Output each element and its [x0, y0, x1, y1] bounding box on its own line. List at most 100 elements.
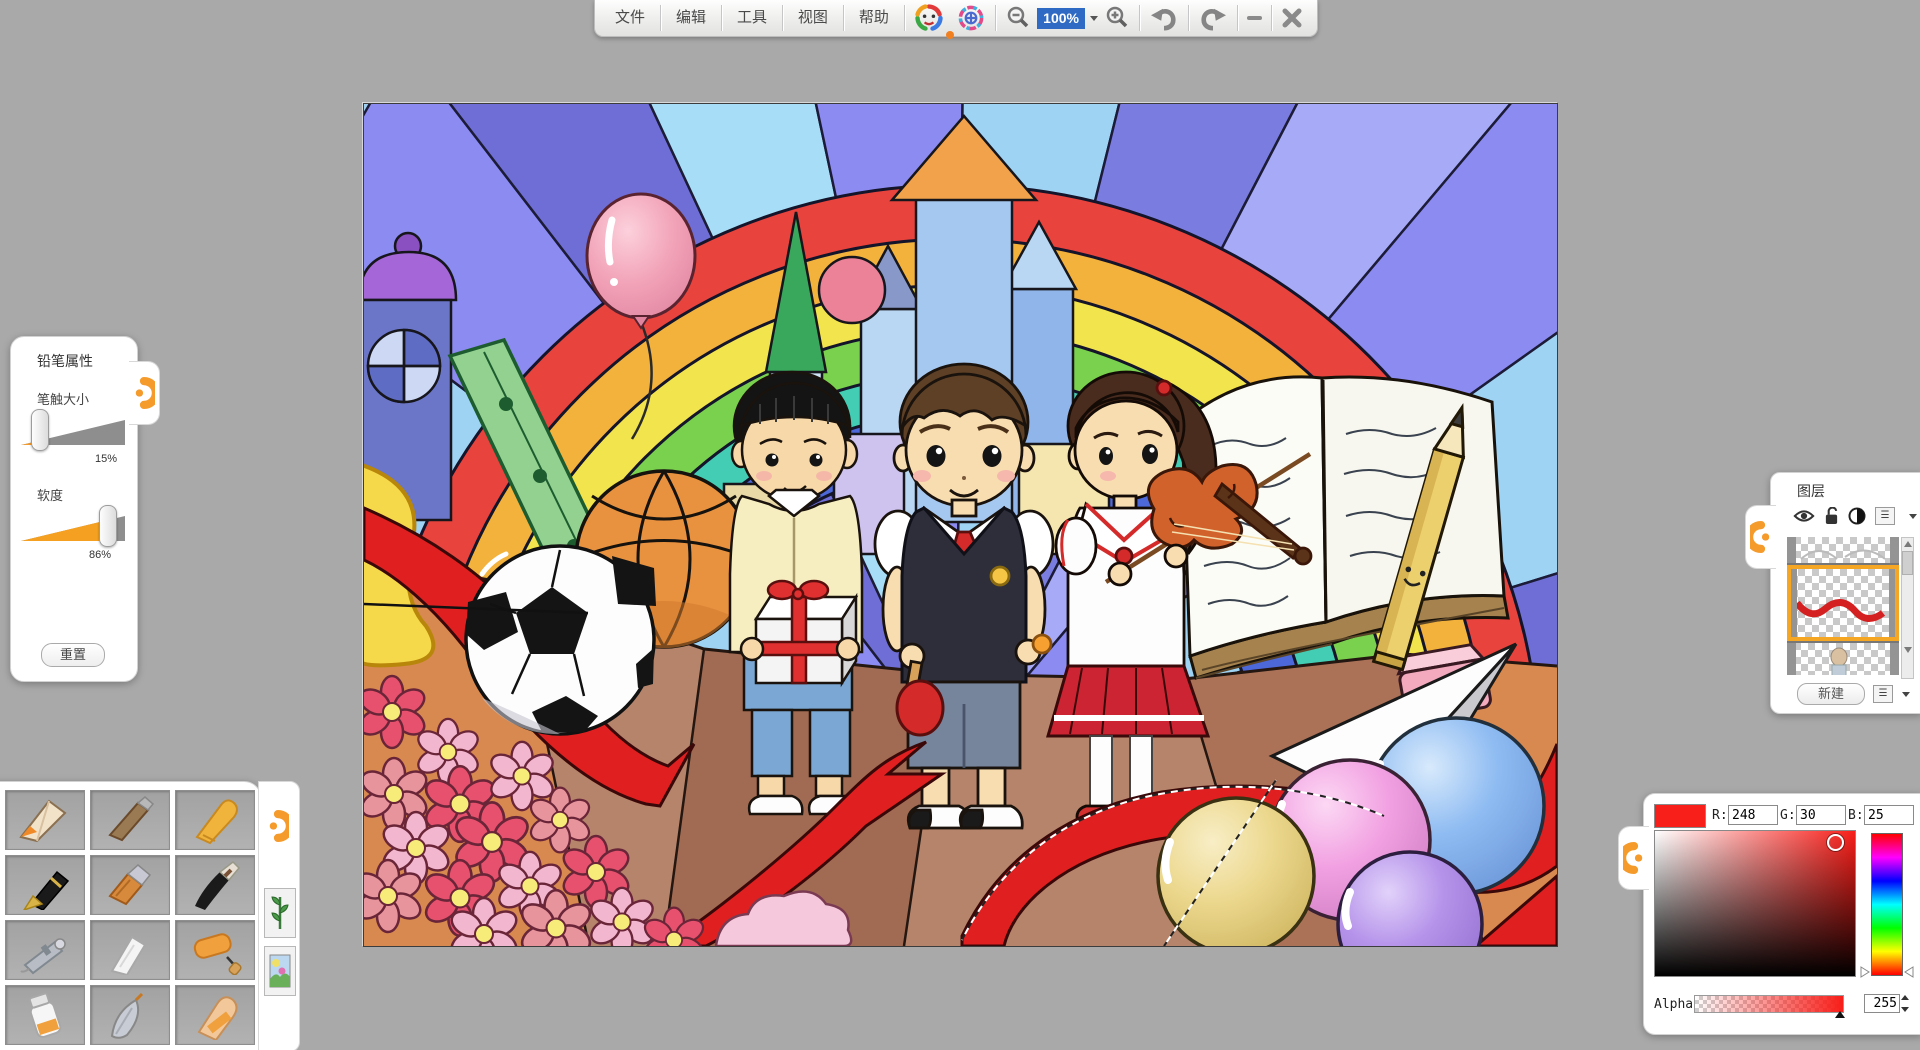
divider: [660, 5, 661, 31]
saturation-value-picker[interactable]: [1654, 830, 1856, 977]
tool-palette-knife[interactable]: [90, 920, 170, 980]
tool-paint-bottle[interactable]: [5, 985, 85, 1045]
layer-menu-caret[interactable]: [1909, 514, 1917, 519]
hue-marker-right[interactable]: [1904, 966, 1914, 978]
pencil-panel-collapse-handle[interactable]: [129, 361, 160, 425]
tool-ink-brush[interactable]: [175, 855, 255, 915]
tab-plant-brushes[interactable]: [264, 888, 296, 938]
divider: [843, 5, 844, 31]
hue-marker-left[interactable]: [1860, 966, 1870, 978]
spinner-down-icon[interactable]: [1901, 1007, 1909, 1012]
brush-size-value: 15%: [95, 453, 117, 465]
menu-help[interactable]: 帮助: [847, 4, 901, 32]
layer-list: [1787, 537, 1899, 679]
softness-slider-handle[interactable]: [99, 505, 117, 547]
blue-input[interactable]: [1864, 805, 1914, 825]
alpha-input[interactable]: [1864, 994, 1900, 1013]
divider: [1139, 5, 1140, 31]
undo-button[interactable]: [1143, 3, 1185, 33]
color-picker-panel: R: G: B: Alpha: [1643, 793, 1920, 1035]
green-input[interactable]: [1796, 805, 1846, 825]
red-label: R:: [1712, 808, 1728, 823]
scroll-up-icon[interactable]: [1904, 541, 1912, 547]
layers-panel-collapse-handle[interactable]: [1745, 505, 1776, 569]
tool-charcoal-stick[interactable]: [90, 790, 170, 850]
zoom-out-icon[interactable]: [999, 3, 1037, 33]
scene-thumbnail-icon: [269, 951, 291, 991]
divider: [1237, 5, 1238, 31]
color-cursor[interactable]: [1827, 834, 1844, 851]
mascot-palette-icon[interactable]: [950, 3, 992, 33]
spinner-arrows[interactable]: [1900, 994, 1910, 1013]
new-layer-button[interactable]: 新建: [1797, 683, 1865, 705]
zoom-in-icon[interactable]: [1098, 3, 1136, 33]
drawing-canvas[interactable]: [363, 103, 1558, 947]
color-panel-collapse-handle[interactable]: [1618, 826, 1649, 890]
layer-list-menu-button[interactable]: ☰: [1873, 685, 1893, 703]
visibility-eye-icon[interactable]: [1793, 508, 1815, 524]
layers-panel-title: 图层: [1797, 481, 1825, 501]
tab-scene-stamps[interactable]: [264, 946, 296, 996]
hue-slider[interactable]: [1871, 833, 1903, 976]
pencil-properties-panel: 铅笔属性 笔触大小 15% 软度 86% 重置: [10, 336, 138, 682]
menu-tools[interactable]: 工具: [725, 4, 779, 32]
pencil-panel-title: 铅笔属性: [37, 351, 93, 371]
zoom-dropdown-caret[interactable]: [1090, 16, 1098, 21]
divider: [782, 5, 783, 31]
brush-size-label: 笔触大小: [37, 389, 89, 408]
divider: [904, 5, 905, 31]
tool-palette-collapse-handle[interactable]: [261, 794, 295, 858]
minimize-icon: [1247, 16, 1262, 20]
tool-pencil[interactable]: [5, 790, 85, 850]
layer-row-bottom[interactable]: [1787, 641, 1899, 675]
spinner-up-icon[interactable]: [1901, 995, 1909, 1000]
blend-contrast-icon[interactable]: [1848, 507, 1866, 525]
brush-size-slider-handle[interactable]: [31, 409, 49, 451]
tool-palette-side-strip: [258, 781, 300, 1050]
scroll-down-icon[interactable]: [1904, 647, 1912, 653]
menu-view[interactable]: 视图: [786, 4, 840, 32]
tool-palette: [0, 781, 262, 1050]
menu-file[interactable]: 文件: [603, 4, 657, 32]
reset-button[interactable]: 重置: [41, 643, 105, 667]
alpha-spinner: [1864, 994, 1910, 1013]
layer-row-selected[interactable]: [1787, 565, 1899, 641]
alpha-marker[interactable]: [1835, 1011, 1845, 1018]
layer-menu-button[interactable]: ☰: [1875, 507, 1895, 525]
alpha-label: Alpha: [1654, 997, 1693, 1012]
layer-list-menu-caret[interactable]: [1902, 692, 1910, 697]
tool-fountain-pen[interactable]: [5, 855, 85, 915]
mascot-indicator-dot: [946, 31, 954, 39]
menu-edit[interactable]: 编辑: [664, 4, 718, 32]
unlock-icon[interactable]: [1824, 507, 1839, 525]
close-button[interactable]: [1275, 3, 1309, 33]
collapse-handle-icon: [267, 806, 289, 846]
main-toolbar: 文件 编辑 工具 视图 帮助 100%: [594, 0, 1318, 37]
collapse-handle-icon: [1623, 839, 1645, 877]
softness-label: 软度: [37, 485, 63, 504]
tool-leaf-knife[interactable]: [90, 985, 170, 1045]
softness-value: 86%: [89, 549, 111, 561]
tool-crayon[interactable]: [175, 790, 255, 850]
close-icon: [1281, 7, 1303, 29]
blue-label: B:: [1848, 808, 1864, 823]
redo-button[interactable]: [1192, 3, 1234, 33]
scrollbar-thumb[interactable]: [1902, 551, 1913, 575]
tool-eraser-stick[interactable]: [175, 985, 255, 1045]
minimize-button[interactable]: [1241, 3, 1268, 33]
zoom-level-field[interactable]: 100%: [1037, 8, 1086, 29]
plant-icon: [270, 893, 290, 933]
layer-scrollbar[interactable]: [1901, 537, 1914, 679]
collapse-handle-icon: [1750, 518, 1772, 556]
red-input[interactable]: [1728, 805, 1778, 825]
divider: [721, 5, 722, 31]
alpha-slider[interactable]: [1694, 995, 1844, 1013]
current-color-swatch[interactable]: [1654, 804, 1706, 828]
layer-row-top[interactable]: [1787, 537, 1899, 565]
tool-airbrush[interactable]: [5, 920, 85, 980]
tool-paint-roller[interactable]: [175, 920, 255, 980]
gift-box: [756, 581, 856, 683]
mascot-face-icon[interactable]: [908, 3, 950, 33]
divider: [995, 5, 996, 31]
tool-flat-brush[interactable]: [90, 855, 170, 915]
